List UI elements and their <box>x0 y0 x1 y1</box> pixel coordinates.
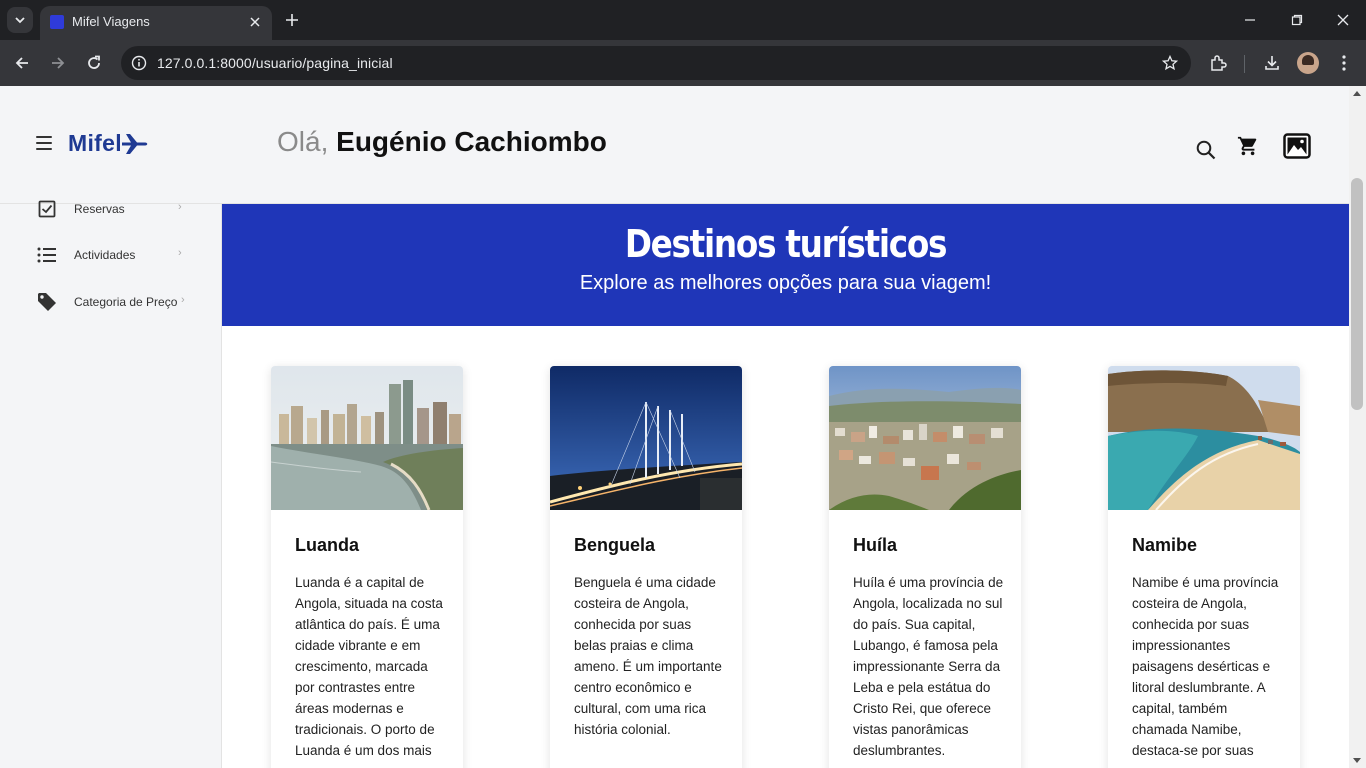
banner-subtitle: Explore as melhores opções para sua viag… <box>579 272 992 294</box>
user-greeting: Olá, Eugénio Cachiombo <box>277 126 607 158</box>
url-text: 127.0.0.1:8000/usuario/pagina_inicial <box>157 55 393 71</box>
download-icon[interactable] <box>1260 51 1284 75</box>
airplane-icon <box>121 133 148 154</box>
sidebar-item-reservas[interactable]: Reservas › <box>0 194 222 224</box>
tab-search-button[interactable] <box>7 7 33 33</box>
tab-title: Mifel Viagens <box>72 14 150 29</box>
card-description: Luanda é a capital de Angola, situada na… <box>295 575 443 758</box>
luanda-photo <box>271 366 463 510</box>
card-title: Huíla <box>853 535 898 555</box>
close-icon <box>1337 14 1349 26</box>
destination-card-huila[interactable]: Huíla Huíla é uma província de Angola, l… <box>829 366 1021 768</box>
browser-tab-bar: Mifel Viagens <box>0 0 1366 40</box>
sidebar-item-label: Reservas <box>74 202 125 216</box>
new-tab-button[interactable] <box>281 9 303 31</box>
greeting-prefix: Olá, <box>277 126 337 157</box>
site-info-icon[interactable] <box>130 54 148 72</box>
card-description: Huíla é uma província de Angola, localiz… <box>853 575 1004 758</box>
menu-kebab-icon[interactable] <box>1332 51 1356 75</box>
reload-button[interactable] <box>82 51 106 75</box>
benguela-photo <box>550 366 742 510</box>
huila-photo <box>829 366 1021 510</box>
card-title: Benguela <box>574 535 656 555</box>
sidebar-item-label: Categoria de Preço <box>74 295 178 309</box>
site-logo[interactable]: Mifel <box>68 130 149 157</box>
reload-icon <box>88 55 100 69</box>
card-description: Benguela é uma cidade costeira de Angola… <box>574 575 722 737</box>
site-header: Mifel Olá, Eugénio Cachiombo <box>0 86 1349 204</box>
namibe-photo <box>1108 366 1300 510</box>
favicon-icon <box>50 15 64 29</box>
scrollbar-thumb[interactable] <box>1351 178 1363 410</box>
back-button[interactable] <box>10 51 34 75</box>
close-window-button[interactable] <box>1331 8 1355 32</box>
toolbar-divider <box>1244 55 1245 73</box>
sidebar-item-label: Actividades <box>74 248 136 262</box>
chevron-right-icon: › <box>181 294 185 306</box>
sidebar-item-categoria-de-preco[interactable]: Categoria de Preço › <box>0 287 222 317</box>
sidebar-item-actividades[interactable]: Actividades › <box>0 240 222 270</box>
page-viewport: Mifel Olá, Eugénio Cachiombo Reservas › <box>0 86 1349 768</box>
cart-icon[interactable] <box>1236 134 1260 158</box>
user-name: Eugénio Cachiombo <box>336 126 607 157</box>
arrow-left-icon <box>15 57 28 69</box>
destination-card-benguela[interactable]: Benguela Benguela é uma cidade costeira … <box>550 366 742 768</box>
search-icon[interactable] <box>1195 139 1217 161</box>
minimize-icon <box>1245 19 1255 21</box>
scroll-down-arrow-icon[interactable] <box>1353 758 1361 763</box>
checkbox-icon <box>37 199 57 219</box>
hero-banner: Destinos turísticos Explore as melhores … <box>222 204 1349 326</box>
arrow-right-icon <box>52 57 65 69</box>
logo-text: Mifel <box>68 130 122 156</box>
card-title: Luanda <box>295 535 360 555</box>
destination-card-luanda[interactable]: Luanda Luanda é a capital de Angola, sit… <box>271 366 463 768</box>
page-scrollbar[interactable] <box>1349 86 1366 768</box>
tag-icon <box>37 292 57 312</box>
destination-card-namibe[interactable]: Namibe Namibe é uma província costeira d… <box>1108 366 1300 768</box>
profile-image-icon[interactable] <box>1282 132 1312 160</box>
plus-icon <box>286 14 298 26</box>
chevron-right-icon: › <box>178 201 182 213</box>
profile-avatar[interactable] <box>1297 52 1319 74</box>
browser-toolbar: 127.0.0.1:8000/usuario/pagina_inicial <box>0 40 1366 86</box>
sidebar: Reservas › Actividades › Categoria de Pr… <box>0 200 222 768</box>
extensions-icon[interactable] <box>1206 51 1230 75</box>
list-icon <box>37 245 57 265</box>
restore-button[interactable] <box>1285 8 1309 32</box>
chevron-right-icon: › <box>178 247 182 259</box>
chevron-down-icon <box>15 17 25 24</box>
bookmark-star-icon[interactable] <box>1161 54 1179 72</box>
scroll-up-arrow-icon[interactable] <box>1353 91 1361 96</box>
card-title: Namibe <box>1132 535 1198 555</box>
banner-title: Destinos turísticos <box>624 222 948 266</box>
hamburger-menu-icon[interactable] <box>36 136 52 150</box>
address-bar[interactable]: 127.0.0.1:8000/usuario/pagina_inicial <box>121 46 1191 80</box>
forward-button[interactable] <box>46 51 70 75</box>
browser-tab[interactable]: Mifel Viagens <box>40 6 272 40</box>
minimize-button[interactable] <box>1238 8 1262 32</box>
close-icon <box>250 17 260 27</box>
card-description: Namibe é uma província costeira de Angol… <box>1132 575 1279 758</box>
restore-icon <box>1291 14 1303 26</box>
tab-close-button[interactable] <box>246 13 264 31</box>
